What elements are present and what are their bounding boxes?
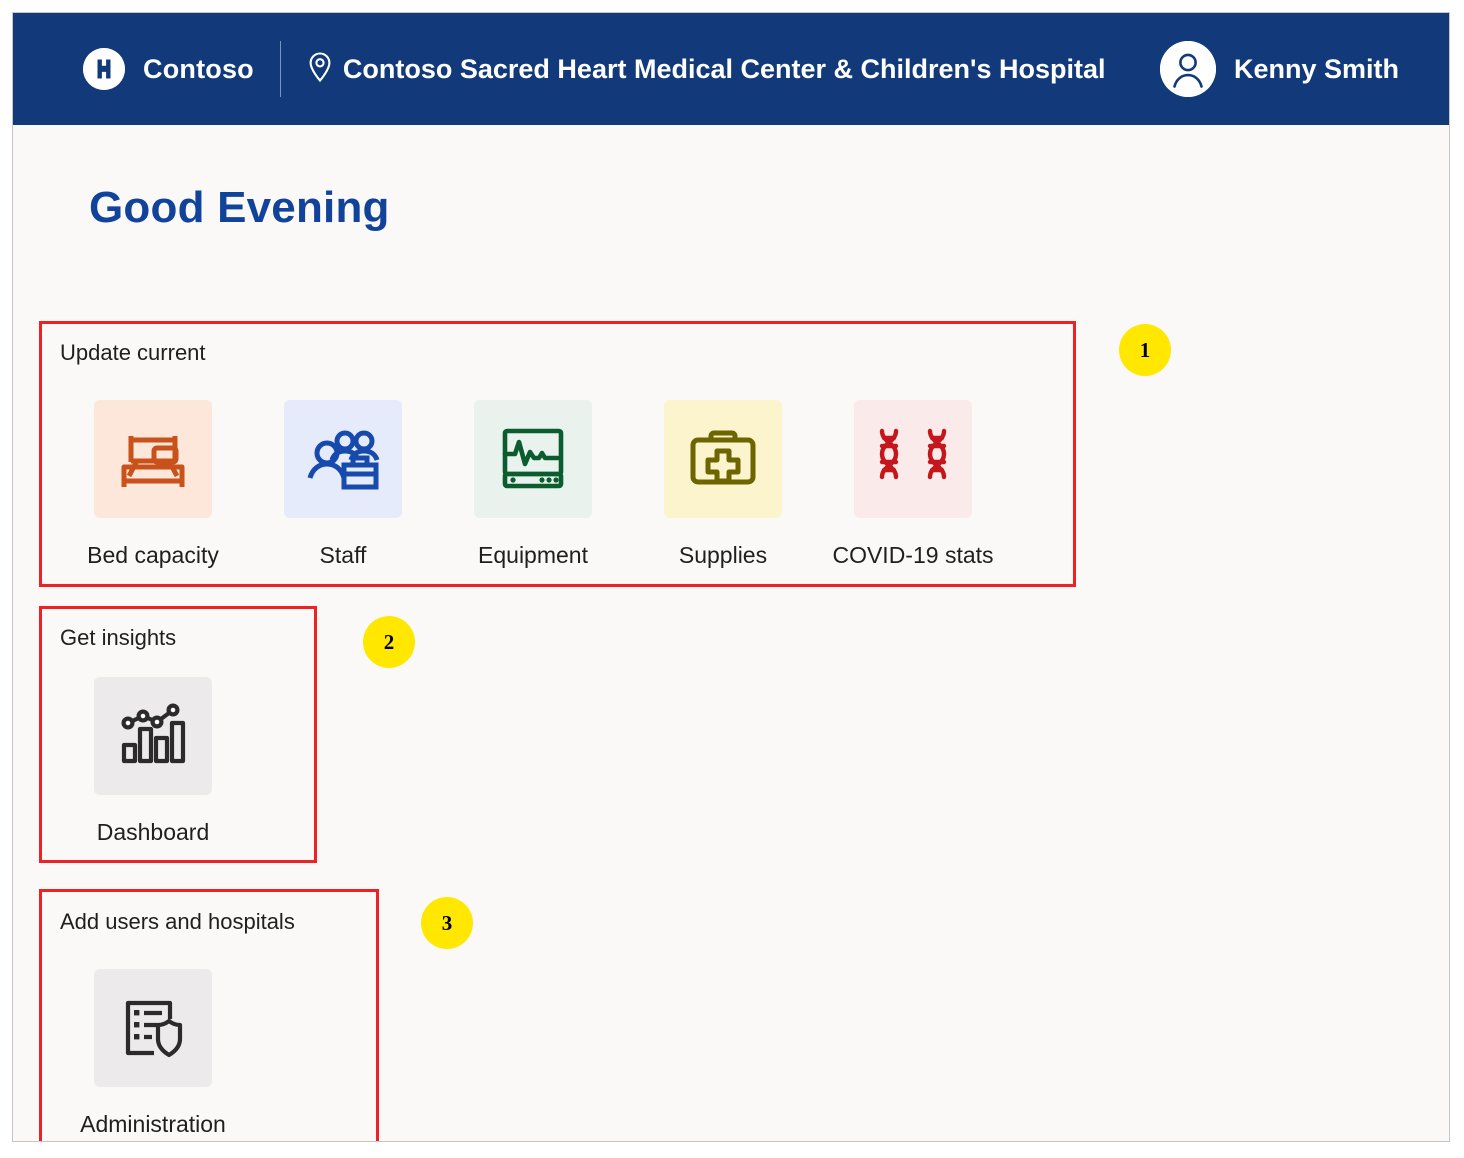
group-update-current-title: Update current: [60, 340, 206, 365]
tile-label: COVID-19 stats: [832, 542, 994, 568]
app-window: Contoso Contoso Sacred Heart Medical Cen…: [12, 12, 1450, 1142]
user-menu[interactable]: Kenny Smith: [1159, 41, 1399, 97]
callout-badge-3: 3: [421, 897, 473, 949]
tile-label: Dashboard: [96, 819, 210, 845]
vitals-monitor-icon: [474, 400, 592, 518]
facility-selector[interactable]: Contoso Sacred Heart Medical Center & Ch…: [307, 51, 1106, 88]
dna-helix-icon: [854, 400, 972, 518]
tile-covid-19-stats[interactable]: COVID-19 stats: [818, 400, 1008, 569]
screenshot-root: Contoso Contoso Sacred Heart Medical Cen…: [0, 0, 1464, 1158]
get-insights-tiles: Dashboard: [58, 677, 248, 846]
hospital-h-logo-icon: [83, 48, 125, 90]
facility-name: Contoso Sacred Heart Medical Center & Ch…: [342, 53, 1106, 84]
first-aid-kit-icon: [664, 400, 782, 518]
tile-label: Staff: [319, 542, 367, 568]
tile-equipment[interactable]: Equipment: [438, 400, 628, 569]
tile-label: Bed capacity: [87, 542, 219, 568]
map-pin-icon: [307, 51, 333, 88]
header-divider: [279, 41, 281, 97]
tile-dashboard[interactable]: Dashboard: [58, 677, 248, 846]
tile-supplies[interactable]: Supplies: [628, 400, 818, 569]
group-update-current: Update current Bed capacity Staff Equipm…: [39, 321, 1076, 587]
add-users-tiles: Administration: [58, 969, 248, 1138]
tile-label: Equipment: [478, 542, 588, 568]
tile-label: Supplies: [678, 542, 768, 568]
update-current-tiles: Bed capacity Staff Equipment Supplies CO…: [58, 400, 1008, 569]
page-body: Good Evening Update current Bed capacity…: [13, 125, 1449, 1141]
callout-badge-1: 1: [1119, 324, 1171, 376]
user-avatar-icon: [1159, 41, 1216, 97]
bed-icon: [94, 400, 212, 518]
tile-staff[interactable]: Staff: [248, 400, 438, 569]
tile-label: Administration: [80, 1111, 226, 1137]
group-get-insights: Get insights Dashboard: [39, 606, 317, 863]
app-header: Contoso Contoso Sacred Heart Medical Cen…: [13, 13, 1449, 125]
group-add-users-title: Add users and hospitals: [60, 909, 295, 934]
group-get-insights-title: Get insights: [60, 625, 177, 650]
brand-name: Contoso: [143, 53, 254, 84]
bar-chart-trend-icon: [94, 677, 212, 795]
tile-administration[interactable]: Administration: [58, 969, 248, 1138]
callout-badge-2: 2: [363, 616, 415, 668]
staff-group-icon: [284, 400, 402, 518]
group-add-users-and-hospitals: Add users and hospitals Administration: [39, 889, 379, 1141]
page-title: Good Evening: [89, 183, 390, 232]
user-name: Kenny Smith: [1233, 53, 1399, 84]
list-shield-icon: [94, 969, 212, 1087]
tile-bed-capacity[interactable]: Bed capacity: [58, 400, 248, 569]
brand-block[interactable]: Contoso: [83, 48, 254, 90]
